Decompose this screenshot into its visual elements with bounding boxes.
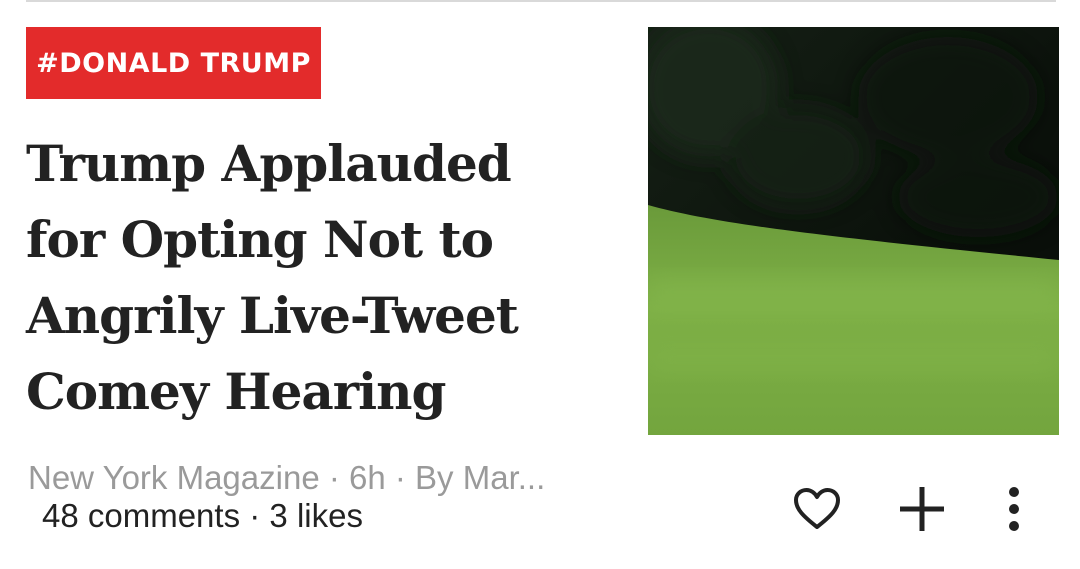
author-byline: By Mar... — [415, 459, 546, 496]
headline-line-2[interactable]: for Opting Not to — [26, 202, 606, 278]
headline-line-3[interactable]: Angrily Live-Tweet — [26, 278, 606, 354]
like-button[interactable] — [789, 481, 845, 537]
golf-course-photo — [648, 27, 1059, 435]
comments-count[interactable]: 48 comments — [42, 497, 240, 534]
article-meta: New York Magazine · 6h · By Mar... — [28, 459, 546, 496]
more-vertical-icon — [1009, 487, 1019, 531]
article-headline[interactable]: Trump Applauded for Opting Not to Angril… — [26, 126, 606, 430]
engagement-stats[interactable]: 48 comments · 3 likes — [42, 496, 363, 536]
topic-tag[interactable]: #DONALD TRUMP — [26, 27, 321, 99]
heart-outline-icon — [794, 488, 840, 529]
post-age: 6h — [349, 459, 386, 496]
more-options-button[interactable] — [986, 481, 1042, 537]
add-button[interactable] — [894, 481, 950, 537]
article-thumbnail[interactable] — [648, 27, 1059, 435]
source-name[interactable]: New York Magazine — [28, 459, 320, 496]
likes-count: 3 likes — [269, 497, 363, 534]
plus-icon — [900, 487, 944, 531]
top-divider — [26, 0, 1056, 2]
headline-line-4[interactable]: Comey Hearing — [26, 354, 606, 430]
headline-line-1[interactable]: Trump Applauded — [26, 126, 606, 202]
